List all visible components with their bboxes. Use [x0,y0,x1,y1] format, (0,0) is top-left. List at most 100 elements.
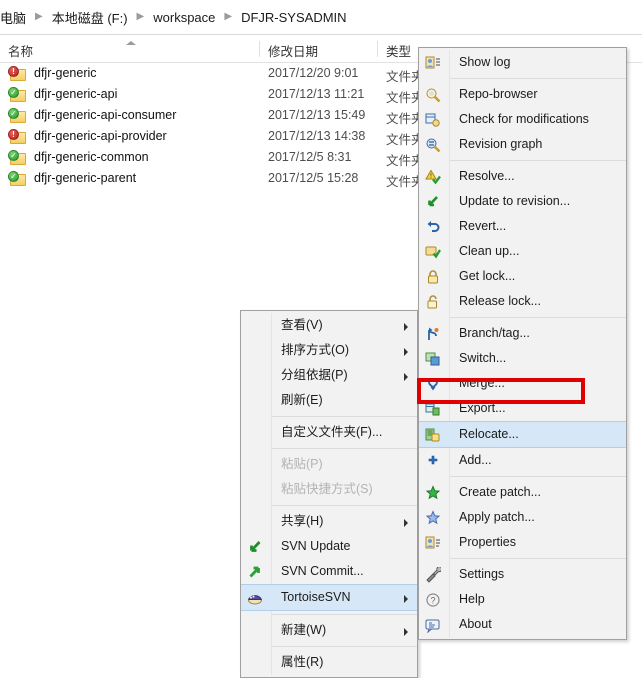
svn-menu-item-release-lock[interactable]: Release lock... [419,289,626,314]
menu-item-icon-slot [419,422,449,447]
svn-menu-item-apply-patch[interactable]: Apply patch... [419,505,626,530]
menu-item-label: 粘贴快捷方式(S) [281,482,373,496]
submenu-arrow-icon [404,348,408,356]
menu-item-icon-slot [419,480,449,505]
menu-item-label: Resolve... [459,169,515,183]
menu-item-label: Release lock... [459,294,541,308]
svg-text:!: ! [430,173,432,180]
folder-icon: ! [8,66,27,82]
tortoisesvn-submenu[interactable]: Show log Repo-browser Check for modificati… [418,47,627,640]
properties-icon [425,535,441,551]
svn-menu-item-check-for-modifications[interactable]: Check for modifications [419,107,626,132]
menu-item-icon-slot [419,505,449,530]
menu-item-label: Merge... [459,376,505,390]
help-icon: ? [425,592,441,608]
svg-text:?: ? [430,596,435,606]
svn-menu-item-switch[interactable]: Switch... [419,346,626,371]
column-header-date-label: 修改日期 [268,45,319,59]
menu-item-label: Revert... [459,219,507,233]
file-date-modified: 2017/12/5 15:28 [268,171,359,185]
menu-item-h[interactable]: 共享(H) [241,509,417,534]
file-name: dfjr-generic [34,66,97,80]
menu-item-f[interactable]: 自定义文件夹(F)... [241,420,417,445]
svn-menu-item-repo-browser[interactable]: Repo-browser [419,82,626,107]
column-divider [377,41,378,57]
menu-item-e[interactable]: 刷新(E) [241,388,417,413]
folder-icon: ✓ [8,87,27,103]
breadcrumb-item-3[interactable]: DFJR-SYSADMIN [239,10,348,25]
menu-separator [450,160,626,161]
update-revision-icon [425,194,441,210]
menu-item-icon-slot [241,534,271,559]
breadcrumb-item-0[interactable]: 电脑 [0,8,28,27]
column-header-type[interactable]: 类型 [377,41,411,60]
svn-menu-item-revert[interactable]: Revert... [419,214,626,239]
menu-item-icon-slot [419,321,449,346]
menu-item-label: 刷新(E) [281,393,323,407]
svn-status-normal-icon: ✓ [8,150,19,161]
column-header-date-modified[interactable]: 修改日期 [259,41,319,60]
menu-item-icon-slot [419,107,449,132]
file-name: dfjr-generic-api-consumer [34,108,177,122]
file-name: dfjr-generic-common [34,150,149,164]
menu-item-tortoisesvn[interactable]: TortoiseSVN [241,584,417,611]
svn-menu-item-update-to-revision[interactable]: Update to revision... [419,189,626,214]
check-mods-icon [425,112,441,128]
svn-menu-item-properties[interactable]: Properties [419,530,626,555]
menu-item-label: Show log [459,55,511,69]
breadcrumb-item-2[interactable]: workspace [151,10,217,25]
menu-item-p[interactable]: 分组依据(P) [241,363,417,388]
menu-item-icon-slot: ! [419,164,449,189]
file-date-modified: 2017/12/5 8:31 [268,150,352,164]
svn-menu-item-export[interactable]: Export... [419,396,626,421]
about-icon [425,617,441,633]
merge-icon [425,376,441,392]
menu-item-o[interactable]: 排序方式(O) [241,338,417,363]
menu-item-label: Clean up... [459,244,520,258]
menu-item-label: Check for modifications [459,112,589,126]
svn-menu-item-show-log[interactable]: Show log [419,50,626,75]
svn-commit-icon [247,564,263,580]
svn-menu-item-relocate[interactable]: Relocate... [419,421,626,448]
menu-item-w[interactable]: 新建(W) [241,618,417,643]
svn-menu-item-resolve[interactable]: ! Resolve... [419,164,626,189]
menu-item-s: 粘贴快捷方式(S) [241,477,417,502]
folder-icon: ✓ [8,150,27,166]
svn-menu-item-create-patch[interactable]: Create patch... [419,480,626,505]
menu-item-label: Switch... [459,351,507,365]
menu-item-label: 粘贴(P) [281,457,323,471]
revision-graph-icon [425,137,441,153]
menu-item-label: Properties [459,535,516,549]
svn-menu-item-settings[interactable]: Settings [419,562,626,587]
menu-item-label: 分组依据(P) [281,368,348,382]
add-icon [425,453,441,469]
column-header-name-label: 名称 [8,45,34,59]
menu-separator [450,317,626,318]
svn-menu-item-merge[interactable]: Merge... [419,371,626,396]
menu-item-label: SVN Commit... [281,564,364,578]
column-header-name[interactable]: 名称 [8,41,33,60]
menu-item-v[interactable]: 查看(V) [241,313,417,338]
menu-item-icon-slot [419,189,449,214]
folder-icon: ! [8,129,27,145]
svn-menu-item-add[interactable]: Add... [419,448,626,473]
svn-menu-item-clean-up[interactable]: Clean up... [419,239,626,264]
menu-item-r[interactable]: 属性(R) [241,650,417,675]
breadcrumb-item-1[interactable]: 本地磁盘 (F:) [50,8,130,27]
svn-menu-item-revision-graph[interactable]: Revision graph [419,132,626,157]
menu-item-svn-commit[interactable]: SVN Commit... [241,559,417,584]
svn-menu-item-help[interactable]: ? Help [419,587,626,612]
resolve-icon: ! [425,169,441,185]
svn-status-modified-icon: ! [8,66,19,77]
svn-menu-item-get-lock[interactable]: Get lock... [419,264,626,289]
breadcrumb[interactable]: 电脑 ▶ 本地磁盘 (F:) ▶ workspace ▶ DFJR-SYSADMIN [0,0,642,35]
menu-item-label: Get lock... [459,269,516,283]
svn-menu-item-about[interactable]: About [419,612,626,637]
menu-item-icon-slot [241,559,271,584]
menu-item-label: Add... [459,453,492,467]
cleanup-icon [425,244,441,260]
explorer-context-menu[interactable]: 查看(V) 排序方式(O) 分组依据(P) 刷新(E) 自定义文件夹(F)... 粘贴(P… [240,310,418,678]
svn-menu-item-branch-tag[interactable]: Branch/tag... [419,321,626,346]
menu-item-svn-update[interactable]: SVN Update [241,534,417,559]
svn-status-modified-icon: ! [8,129,19,140]
